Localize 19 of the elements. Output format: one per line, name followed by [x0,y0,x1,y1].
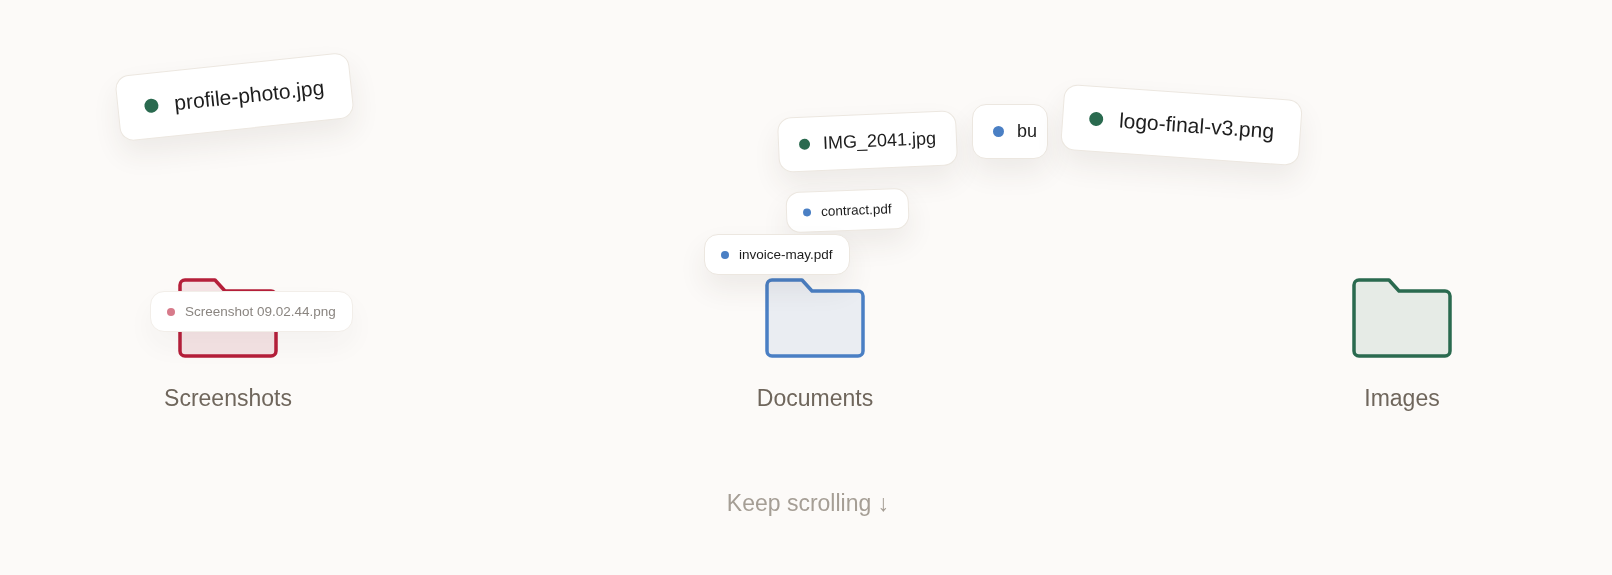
file-name: bu [1017,121,1038,142]
file-name: IMG_2041.jpg [822,128,937,154]
file-name: logo-final-v3.png [1118,108,1275,144]
folder-label[interactable]: Screenshots [164,385,292,412]
file-name: profile-photo.jpg [173,75,326,116]
file-chip[interactable]: logo-final-v3.png [1060,83,1304,167]
folder-label[interactable]: Images [1364,385,1440,412]
file-chip[interactable]: bu [972,104,1048,159]
folder-icon[interactable] [1349,277,1455,359]
file-name: contract.pdf [820,201,892,219]
file-chip[interactable]: invoice-may.pdf [704,234,850,275]
scroll-hint: Keep scrolling ↓ [726,490,890,517]
folder-icon[interactable] [762,277,868,359]
folder-label[interactable]: Documents [756,385,874,412]
file-chip[interactable]: IMG_2041.jpg [776,110,959,173]
file-name: Screenshot 09.02.44.png [185,304,336,319]
file-chip[interactable]: Screenshot 09.02.44.png [150,291,353,332]
file-name: invoice-may.pdf [739,247,833,262]
file-chip[interactable]: contract.pdf [785,187,910,234]
